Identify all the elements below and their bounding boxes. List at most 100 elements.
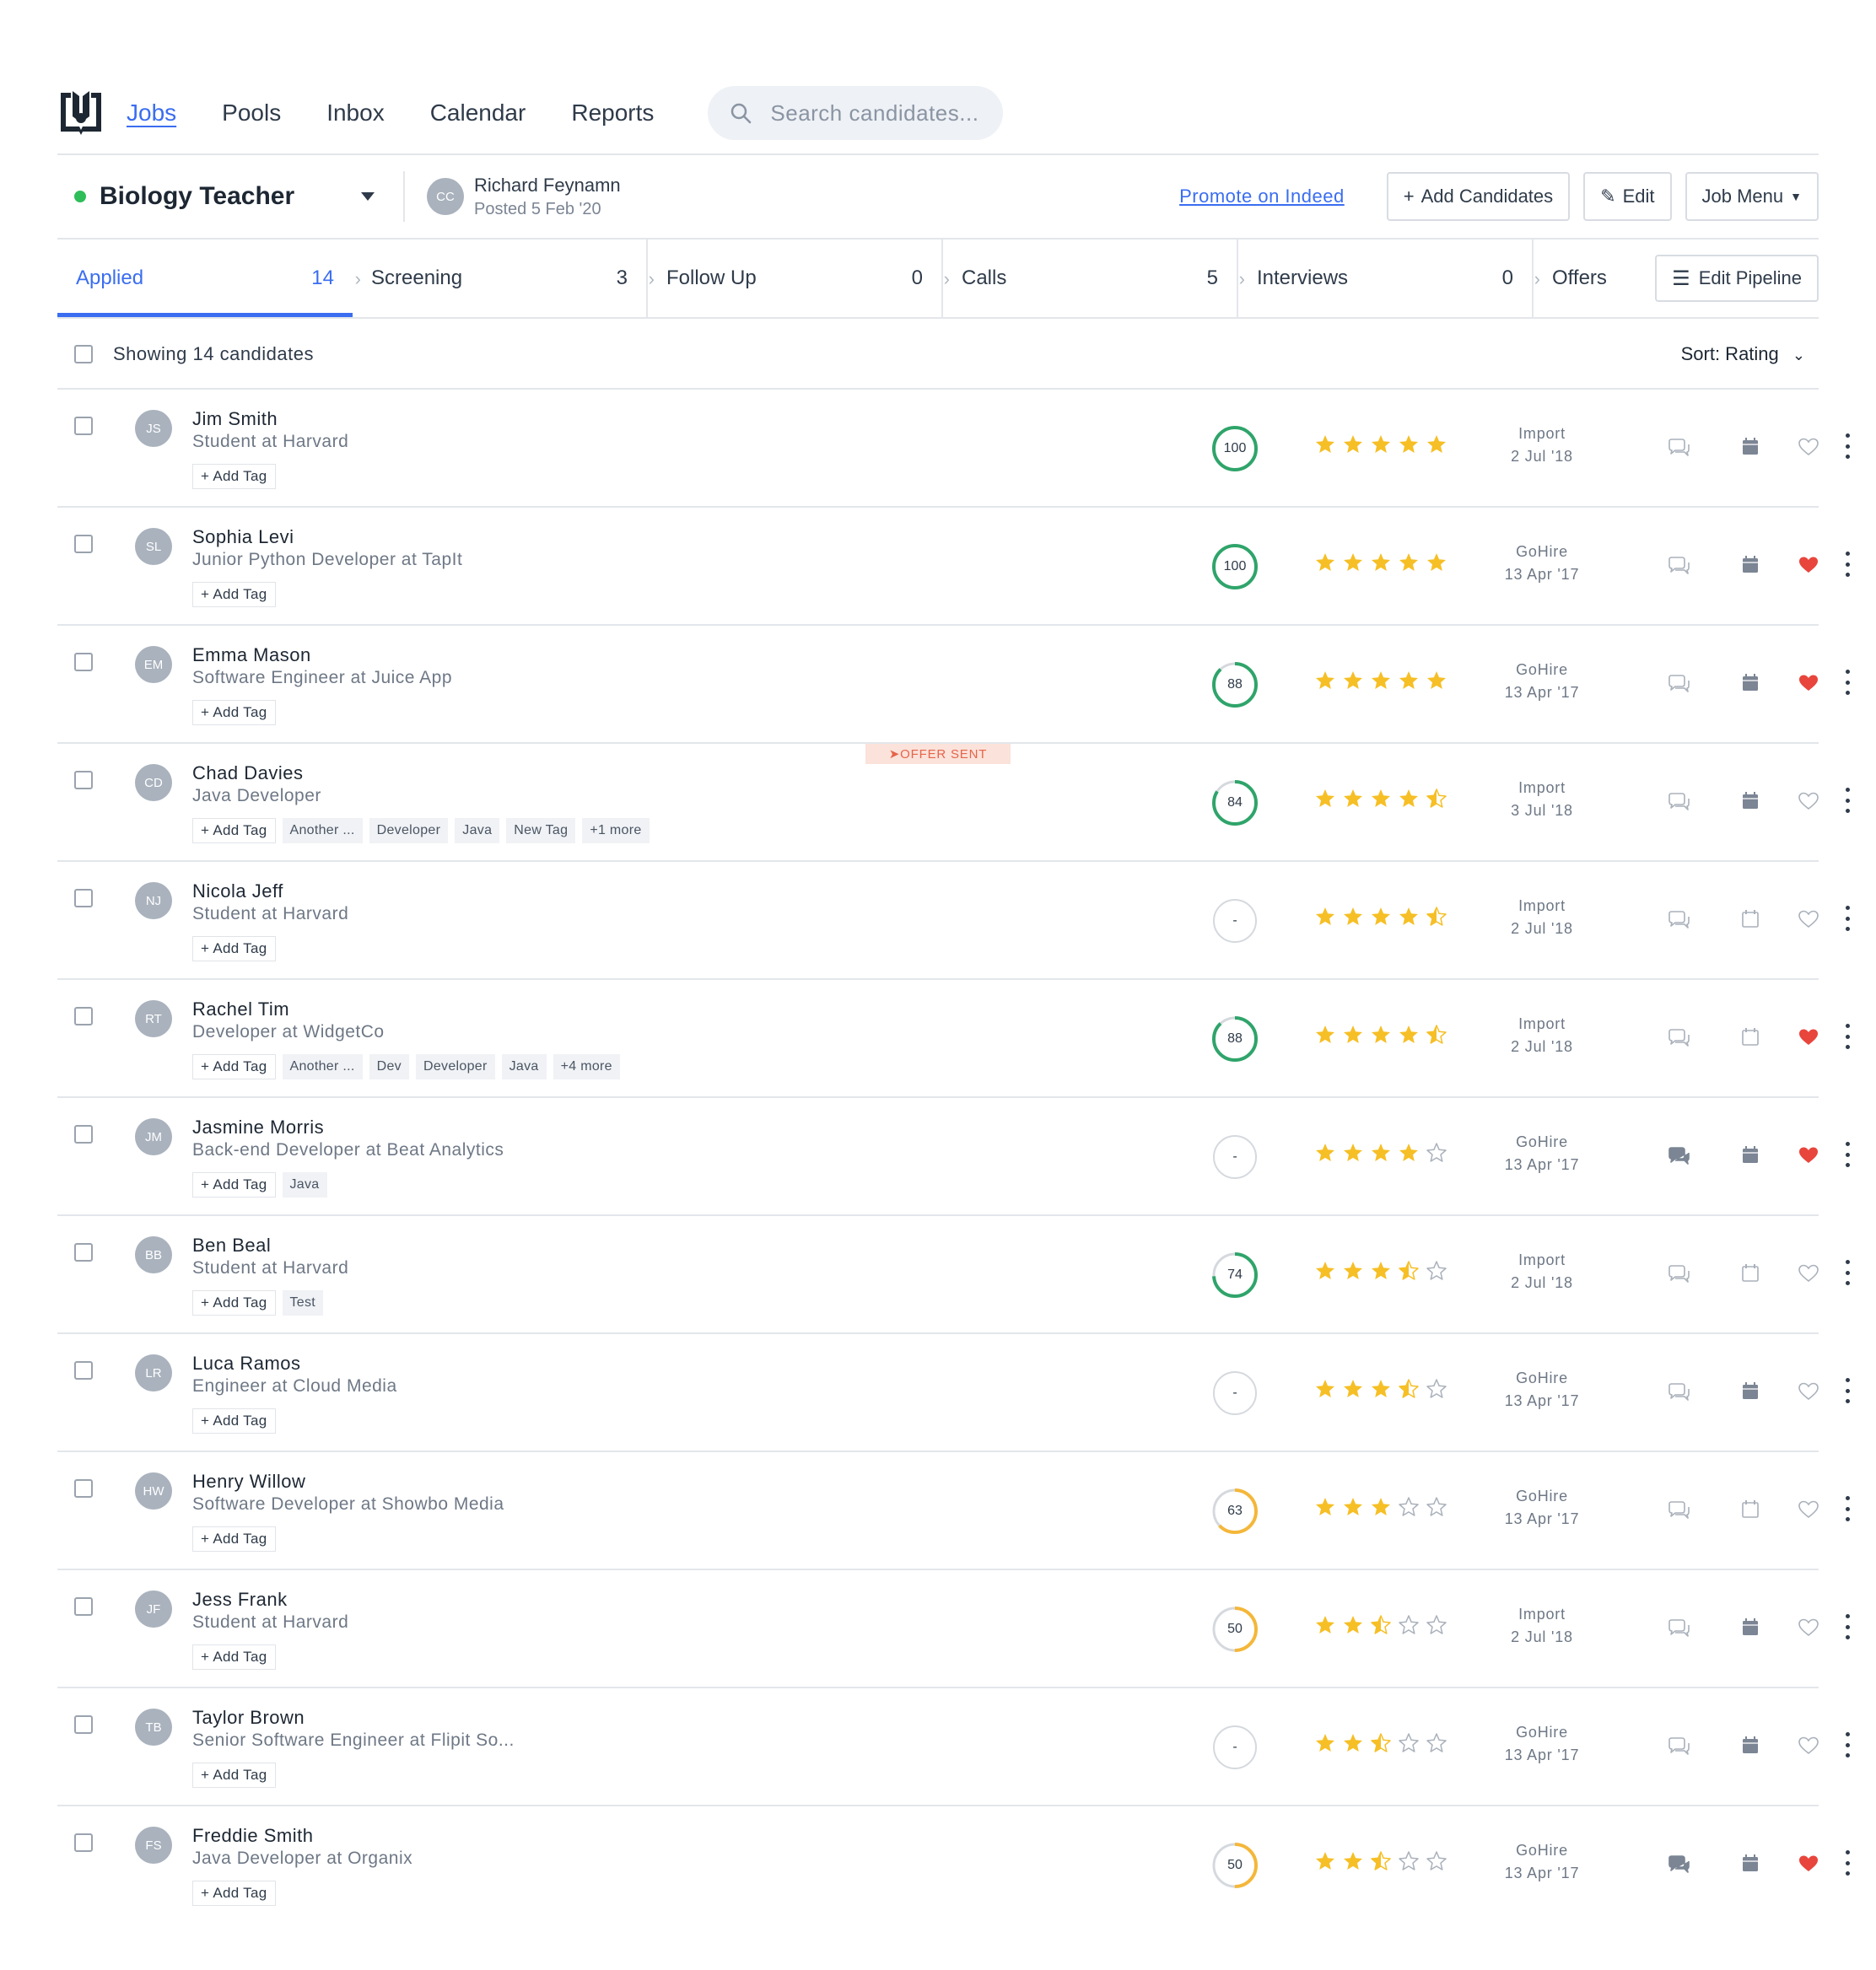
star-half-icon[interactable] — [1370, 1850, 1392, 1872]
add-tag-button[interactable]: + Add Tag — [192, 1054, 276, 1079]
star-full-icon[interactable] — [1370, 906, 1392, 928]
candidate-name[interactable]: Rachel Tim — [192, 998, 289, 1020]
star-full-icon[interactable] — [1342, 552, 1364, 573]
message-icon[interactable] — [1667, 1146, 1690, 1166]
candidate-name[interactable]: Jasmine Morris — [192, 1117, 324, 1138]
row-checkbox[interactable] — [74, 771, 93, 789]
star-empty-icon[interactable] — [1398, 1496, 1420, 1518]
row-checkbox[interactable] — [74, 1361, 93, 1380]
tag[interactable]: Another ... — [282, 818, 363, 843]
heart-filled-icon[interactable] — [1798, 1027, 1819, 1047]
row-checkbox[interactable] — [74, 1479, 93, 1498]
job-dropdown-caret-icon[interactable] — [361, 192, 375, 201]
heart-outline-icon[interactable] — [1798, 791, 1819, 811]
star-full-icon[interactable] — [1370, 552, 1392, 573]
star-rating[interactable] — [1314, 433, 1453, 455]
star-full-icon[interactable] — [1342, 1614, 1364, 1636]
heart-outline-icon[interactable] — [1798, 437, 1819, 457]
tab-offers[interactable]: Offers — [1534, 240, 1643, 317]
edit-pipeline-button[interactable]: ☰ Edit Pipeline — [1655, 255, 1819, 302]
calendar-icon[interactable] — [1741, 436, 1760, 456]
star-rating[interactable] — [1314, 552, 1453, 573]
star-half-icon[interactable] — [1370, 1732, 1392, 1754]
heart-outline-icon[interactable] — [1798, 1263, 1819, 1284]
candidate-name[interactable]: Henry Willow — [192, 1471, 305, 1493]
candidate-name[interactable]: Freddie Smith — [192, 1825, 313, 1847]
message-icon[interactable] — [1667, 438, 1690, 458]
star-half-icon[interactable] — [1398, 1260, 1420, 1282]
star-full-icon[interactable] — [1314, 1614, 1336, 1636]
message-icon[interactable] — [1667, 556, 1690, 576]
tag[interactable]: Another ... — [282, 1054, 363, 1079]
star-empty-icon[interactable] — [1398, 1614, 1420, 1636]
star-full-icon[interactable] — [1370, 1260, 1392, 1282]
nav-inbox[interactable]: Inbox — [326, 100, 385, 126]
star-empty-icon[interactable] — [1398, 1850, 1420, 1872]
heart-filled-icon[interactable] — [1798, 1145, 1819, 1165]
star-full-icon[interactable] — [1314, 1378, 1336, 1400]
row-checkbox[interactable] — [74, 1007, 93, 1025]
add-tag-button[interactable]: + Add Tag — [192, 1763, 276, 1788]
message-icon[interactable] — [1667, 1854, 1690, 1875]
tab-calls[interactable]: Calls 5 › — [943, 240, 1245, 317]
star-rating[interactable] — [1314, 1614, 1453, 1636]
star-rating[interactable] — [1314, 1496, 1453, 1518]
star-full-icon[interactable] — [1314, 1850, 1336, 1872]
star-half-icon[interactable] — [1370, 1614, 1392, 1636]
row-checkbox[interactable] — [74, 1243, 93, 1262]
star-full-icon[interactable] — [1370, 788, 1392, 810]
tag[interactable]: Java — [501, 1054, 547, 1079]
more-options-icon[interactable] — [1844, 906, 1851, 931]
star-rating[interactable] — [1314, 1024, 1453, 1046]
star-empty-icon[interactable] — [1426, 1732, 1447, 1754]
tab-applied[interactable]: Applied 14 › — [57, 240, 361, 317]
star-full-icon[interactable] — [1342, 906, 1364, 928]
calendar-icon[interactable] — [1741, 672, 1760, 692]
candidate-name[interactable]: Emma Mason — [192, 644, 311, 666]
star-full-icon[interactable] — [1342, 788, 1364, 810]
candidate-name[interactable]: Jess Frank — [192, 1589, 288, 1611]
star-rating[interactable] — [1314, 1732, 1453, 1754]
tag[interactable]: Java — [455, 818, 500, 843]
message-icon[interactable] — [1667, 910, 1690, 930]
heart-filled-icon[interactable] — [1798, 555, 1819, 575]
star-empty-icon[interactable] — [1426, 1496, 1447, 1518]
star-full-icon[interactable] — [1314, 670, 1336, 692]
star-half-icon[interactable] — [1426, 788, 1447, 810]
add-tag-button[interactable]: + Add Tag — [192, 818, 276, 843]
star-rating[interactable] — [1314, 1378, 1453, 1400]
calendar-icon[interactable] — [1741, 554, 1760, 574]
edit-job-button[interactable]: ✎ Edit — [1583, 172, 1672, 221]
row-checkbox[interactable] — [74, 417, 93, 435]
calendar-icon[interactable] — [1741, 1144, 1760, 1165]
star-half-icon[interactable] — [1426, 1024, 1447, 1046]
nav-jobs[interactable]: Jobs — [127, 100, 176, 126]
star-empty-icon[interactable] — [1426, 1850, 1447, 1872]
search-box[interactable] — [708, 86, 1004, 140]
calendar-icon[interactable] — [1741, 790, 1760, 810]
more-options-icon[interactable] — [1844, 788, 1851, 813]
star-full-icon[interactable] — [1342, 1496, 1364, 1518]
more-options-icon[interactable] — [1844, 1614, 1851, 1639]
heart-outline-icon[interactable] — [1798, 1381, 1819, 1402]
more-options-icon[interactable] — [1844, 670, 1851, 695]
star-full-icon[interactable] — [1426, 670, 1447, 692]
message-icon[interactable] — [1667, 1382, 1690, 1402]
tag[interactable]: +4 more — [553, 1054, 620, 1079]
calendar-icon[interactable] — [1741, 1499, 1760, 1519]
message-icon[interactable] — [1667, 1736, 1690, 1757]
star-full-icon[interactable] — [1426, 552, 1447, 573]
message-icon[interactable] — [1667, 792, 1690, 812]
heart-outline-icon[interactable] — [1798, 1499, 1819, 1520]
star-half-icon[interactable] — [1398, 1378, 1420, 1400]
star-full-icon[interactable] — [1370, 670, 1392, 692]
star-full-icon[interactable] — [1314, 788, 1336, 810]
star-full-icon[interactable] — [1398, 670, 1420, 692]
search-input[interactable] — [770, 100, 982, 126]
calendar-icon[interactable] — [1741, 1026, 1760, 1047]
star-full-icon[interactable] — [1314, 433, 1336, 455]
calendar-icon[interactable] — [1741, 1735, 1760, 1755]
more-options-icon[interactable] — [1844, 552, 1851, 577]
candidate-name[interactable]: Luca Ramos — [192, 1353, 301, 1375]
star-full-icon[interactable] — [1342, 1732, 1364, 1754]
